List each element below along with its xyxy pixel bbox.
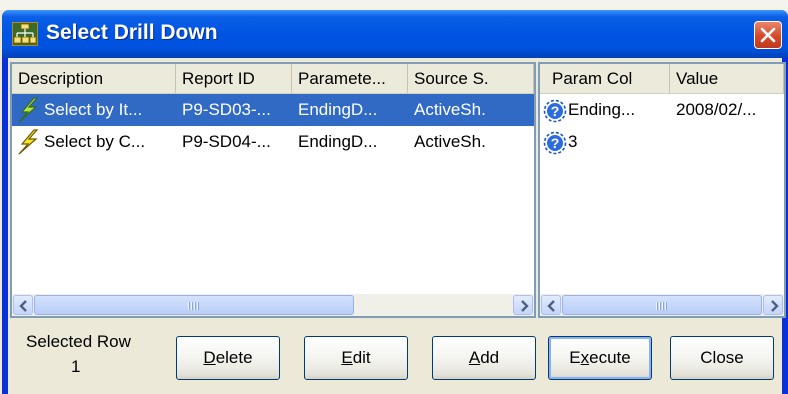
background-window-strip (0, 0, 788, 10)
title-bar[interactable]: Select Drill Down (2, 10, 788, 58)
close-icon (760, 27, 776, 43)
scroll-thumb[interactable] (34, 295, 354, 315)
list-row[interactable]: Select by C... P9-SD04-... EndingD... Ac… (12, 126, 534, 158)
column-value[interactable]: Value (670, 64, 784, 93)
lightning-icon (18, 129, 39, 155)
edit-button[interactable]: Edit (304, 336, 408, 380)
param-name: 3 (568, 132, 578, 151)
param-value: 2008/02/... (676, 100, 757, 119)
dialog-body: Description Report ID Paramete... Source… (8, 58, 786, 394)
param-row[interactable]: ? 3 (540, 126, 784, 158)
selected-row-value: 1 (71, 357, 81, 376)
row-description: Select by It... (44, 100, 143, 119)
column-description[interactable]: Description (12, 64, 176, 93)
chevron-right-icon (771, 300, 779, 312)
params-header: Param Col Value (540, 64, 784, 94)
row-report-id: P9-SD04-... (182, 132, 271, 151)
dialog-window: Select Drill Down Description Report ID … (2, 10, 788, 394)
param-name: Ending... (568, 100, 636, 119)
scroll-right-button[interactable] (763, 295, 783, 315)
column-report-id[interactable]: Report ID (176, 64, 292, 93)
row-source: ActiveSh. (414, 100, 486, 119)
row-description: Select by C... (44, 132, 146, 151)
list-horizontal-scrollbar[interactable] (12, 294, 534, 316)
row-report-id: P9-SD03-... (182, 100, 271, 119)
svg-text:?: ? (551, 103, 560, 119)
selected-row-label: Selected Row (26, 332, 131, 351)
row-source: ActiveSh. (414, 132, 486, 151)
list-row[interactable]: Select by It... P9-SD03-... EndingD... A… (12, 94, 534, 126)
scroll-thumb[interactable] (562, 295, 762, 315)
add-button[interactable]: Add (432, 336, 536, 380)
row-parameter: EndingD... (298, 132, 378, 151)
column-source[interactable]: Source S. (408, 64, 534, 93)
drill-down-list[interactable]: Description Report ID Paramete... Source… (10, 62, 536, 318)
params-horizontal-scrollbar[interactable] (540, 294, 784, 316)
parameters-list[interactable]: Param Col Value ? Ending... 2008/02/... … (538, 62, 786, 318)
question-icon: ? (543, 131, 567, 155)
column-parameter[interactable]: Paramete... (292, 64, 408, 93)
close-button[interactable]: Close (670, 336, 774, 380)
delete-button[interactable]: Delete (176, 336, 280, 380)
execute-button[interactable]: Execute (548, 336, 652, 380)
close-window-button[interactable] (754, 21, 782, 49)
scroll-right-button[interactable] (513, 295, 533, 315)
app-icon (12, 22, 38, 46)
list-header: Description Report ID Paramete... Source… (12, 64, 534, 94)
scroll-left-button[interactable] (13, 295, 33, 315)
question-icon: ? (543, 99, 567, 123)
chevron-right-icon (521, 300, 529, 312)
chevron-left-icon (547, 300, 555, 312)
svg-text:?: ? (551, 135, 560, 151)
row-parameter: EndingD... (298, 100, 378, 119)
scroll-left-button[interactable] (541, 295, 561, 315)
chevron-left-icon (19, 300, 27, 312)
window-title: Select Drill Down (46, 21, 218, 44)
param-value (670, 126, 784, 158)
lightning-icon (18, 97, 39, 123)
param-row[interactable]: ? Ending... 2008/02/... (540, 94, 784, 126)
column-param-col[interactable]: Param Col (540, 64, 670, 93)
